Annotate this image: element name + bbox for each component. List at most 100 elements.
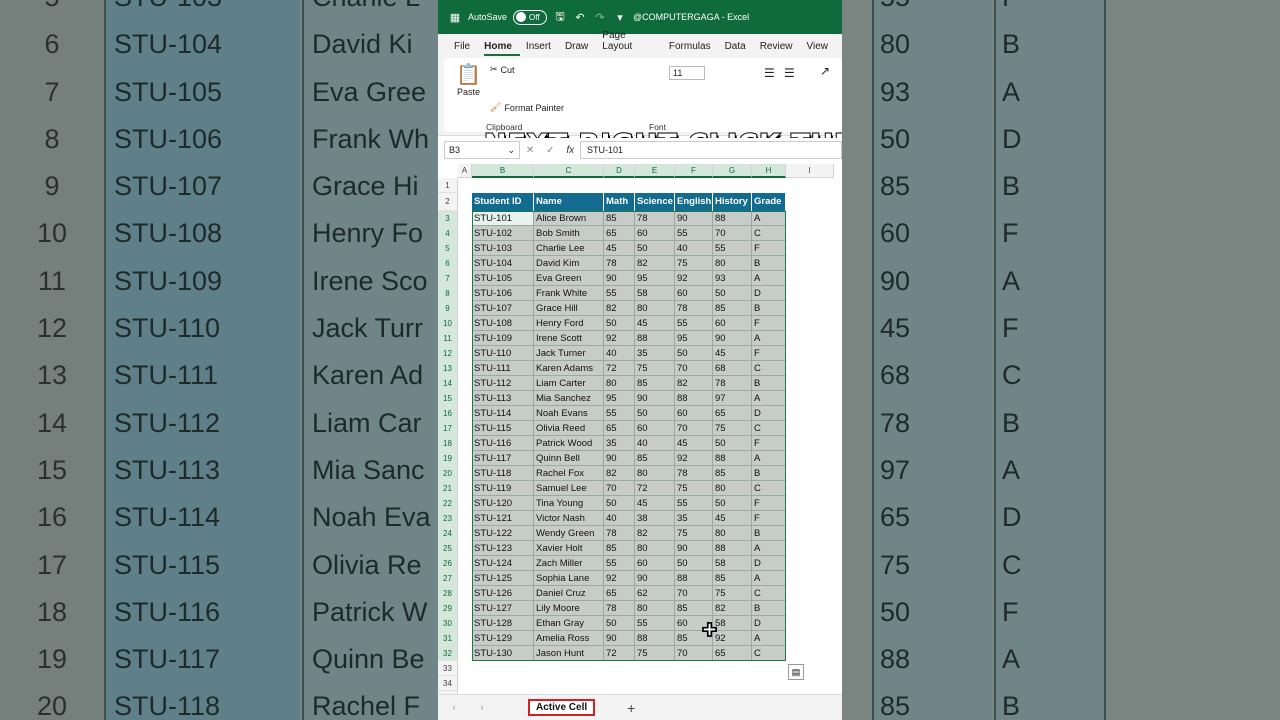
tab-review[interactable]: Review — [760, 41, 801, 56]
table-cell[interactable]: F — [752, 316, 786, 331]
table-cell[interactable]: 75 — [675, 526, 713, 541]
student-id-cell[interactable]: STU-128 — [472, 616, 534, 631]
table-cell[interactable]: 88 — [675, 571, 713, 586]
cut-button[interactable]: ✂ Cut — [490, 64, 515, 75]
table-cell[interactable]: Charlie Lee — [534, 241, 604, 256]
table-cell[interactable]: Karen Adams — [534, 361, 604, 376]
column-header-F[interactable]: F — [675, 164, 713, 178]
table-cell[interactable]: 65 — [604, 421, 635, 436]
table-cell[interactable]: 50 — [675, 346, 713, 361]
student-id-cell[interactable]: STU-123 — [472, 541, 534, 556]
table-cell[interactable]: 58 — [713, 616, 752, 631]
table-cell[interactable]: F — [752, 511, 786, 526]
column-header-D[interactable]: D — [604, 164, 635, 178]
table-cell[interactable]: B — [752, 376, 786, 391]
table-cell[interactable]: Samuel Lee — [534, 481, 604, 496]
table-cell[interactable]: 90 — [604, 451, 635, 466]
table-cell[interactable]: 90 — [604, 631, 635, 646]
table-cell[interactable]: A — [752, 211, 786, 226]
font-size-select[interactable]: 11 — [669, 66, 705, 80]
table-cell[interactable]: 88 — [635, 331, 675, 346]
table-cell[interactable]: A — [752, 451, 786, 466]
table-cell[interactable]: Zach Miller — [534, 556, 604, 571]
redo-icon[interactable]: ↷ — [593, 10, 607, 24]
table-cell[interactable]: A — [752, 571, 786, 586]
student-id-cell[interactable]: STU-111 — [472, 361, 534, 376]
row-header-18[interactable]: 18 — [438, 436, 458, 451]
student-id-cell[interactable]: STU-109 — [472, 331, 534, 346]
prev-sheet-icon[interactable]: ‹ — [442, 702, 466, 713]
table-cell[interactable]: A — [752, 331, 786, 346]
table-cell[interactable]: F — [752, 241, 786, 256]
table-cell[interactable]: 75 — [713, 421, 752, 436]
table-cell[interactable]: 60 — [635, 421, 675, 436]
student-id-cell[interactable]: STU-110 — [472, 346, 534, 361]
table-cell[interactable]: 82 — [675, 376, 713, 391]
table-cell[interactable]: 78 — [604, 601, 635, 616]
student-id-cell[interactable]: STU-126 — [472, 586, 534, 601]
table-cell[interactable]: 85 — [604, 211, 635, 226]
table-cell[interactable]: B — [752, 256, 786, 271]
table-cell[interactable]: 78 — [713, 376, 752, 391]
table-cell[interactable]: 78 — [604, 526, 635, 541]
save-icon[interactable]: 🖫 — [553, 10, 567, 24]
row-header-24[interactable]: 24 — [438, 526, 458, 541]
table-cell[interactable]: 88 — [635, 631, 675, 646]
student-id-cell[interactable]: STU-115 — [472, 421, 534, 436]
row-header-3[interactable]: 3 — [438, 211, 458, 226]
table-cell[interactable]: 75 — [675, 481, 713, 496]
row-header-2[interactable]: 2 — [438, 193, 458, 211]
student-id-cell[interactable]: STU-113 — [472, 391, 534, 406]
row-header-34[interactable]: 34 — [438, 676, 458, 691]
table-cell[interactable]: F — [752, 436, 786, 451]
table-cell[interactable]: 95 — [675, 331, 713, 346]
table-cell[interactable]: 72 — [635, 481, 675, 496]
table-cell[interactable]: 60 — [713, 316, 752, 331]
row-header-30[interactable]: 30 — [438, 616, 458, 631]
table-cell[interactable]: 85 — [713, 466, 752, 481]
table-cell[interactable]: 88 — [713, 541, 752, 556]
table-cell[interactable]: Grace Hill — [534, 301, 604, 316]
column-header-C[interactable]: C — [534, 164, 604, 178]
student-id-cell[interactable]: STU-119 — [472, 481, 534, 496]
table-cell[interactable]: 70 — [675, 646, 713, 661]
table-cell[interactable]: 80 — [635, 541, 675, 556]
table-cell[interactable]: 40 — [604, 346, 635, 361]
table-cell[interactable]: 40 — [635, 436, 675, 451]
tab-file[interactable]: File — [454, 41, 478, 56]
column-header-H[interactable]: H — [752, 164, 786, 178]
autosave-toggle[interactable]: Off — [513, 9, 548, 25]
table-cell[interactable]: 90 — [604, 271, 635, 286]
row-header-16[interactable]: 16 — [438, 406, 458, 421]
tab-page-layout[interactable]: Page Layout — [602, 30, 663, 56]
table-cell[interactable]: A — [752, 391, 786, 406]
table-cell[interactable]: Ethan Gray — [534, 616, 604, 631]
table-cell[interactable]: Patrick Wood — [534, 436, 604, 451]
row-header-13[interactable]: 13 — [438, 361, 458, 376]
orientation-icon[interactable]: ↗ — [820, 64, 830, 78]
tab-formulas[interactable]: Formulas — [669, 41, 719, 56]
table-cell[interactable]: D — [752, 286, 786, 301]
row-header-33[interactable]: 33 — [438, 661, 458, 676]
table-cell[interactable]: 93 — [713, 271, 752, 286]
row-header-26[interactable]: 26 — [438, 556, 458, 571]
table-cell[interactable]: B — [752, 526, 786, 541]
quick-analysis-icon[interactable]: ▤ — [788, 664, 804, 680]
table-cell[interactable]: 40 — [675, 241, 713, 256]
row-header-27[interactable]: 27 — [438, 571, 458, 586]
table-cell[interactable]: Eva Green — [534, 271, 604, 286]
table-cell[interactable]: 50 — [604, 616, 635, 631]
table-cell[interactable]: 85 — [713, 571, 752, 586]
table-cell[interactable]: A — [752, 271, 786, 286]
row-header-17[interactable]: 17 — [438, 421, 458, 436]
table-cell[interactable]: 50 — [713, 436, 752, 451]
table-cell[interactable]: C — [752, 481, 786, 496]
row-header-4[interactable]: 4 — [438, 226, 458, 241]
table-cell[interactable]: 38 — [635, 511, 675, 526]
row-header-8[interactable]: 8 — [438, 286, 458, 301]
table-cell[interactable]: 88 — [713, 451, 752, 466]
table-cell[interactable]: 55 — [675, 496, 713, 511]
table-cell[interactable]: 95 — [604, 391, 635, 406]
row-header-10[interactable]: 10 — [438, 316, 458, 331]
student-id-cell[interactable]: STU-101 — [472, 211, 534, 226]
